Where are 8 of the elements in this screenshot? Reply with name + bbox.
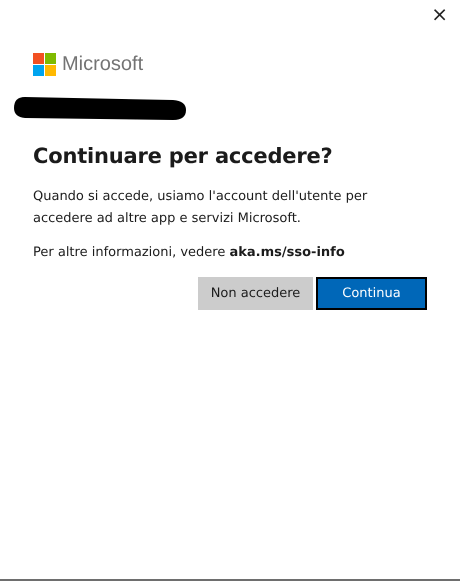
- cancel-button[interactable]: Non accedere: [198, 277, 313, 310]
- info-text: Quando si accede, usiamo l'account dell'utente per accedere ad altre app e servizi Microsoft.: [33, 188, 368, 228]
- windows-logo-icon: [33, 52, 56, 76]
- dialog-title: Continuare per accedere?: [33, 144, 334, 170]
- continue-button[interactable]: Continua: [316, 277, 427, 310]
- close-button[interactable]: ×: [427, 2, 452, 26]
- brand-name: Microsoft: [62, 52, 144, 76]
- info-text: Per altre informazioni, vedere aka.ms/sso-info: [33, 244, 346, 262]
